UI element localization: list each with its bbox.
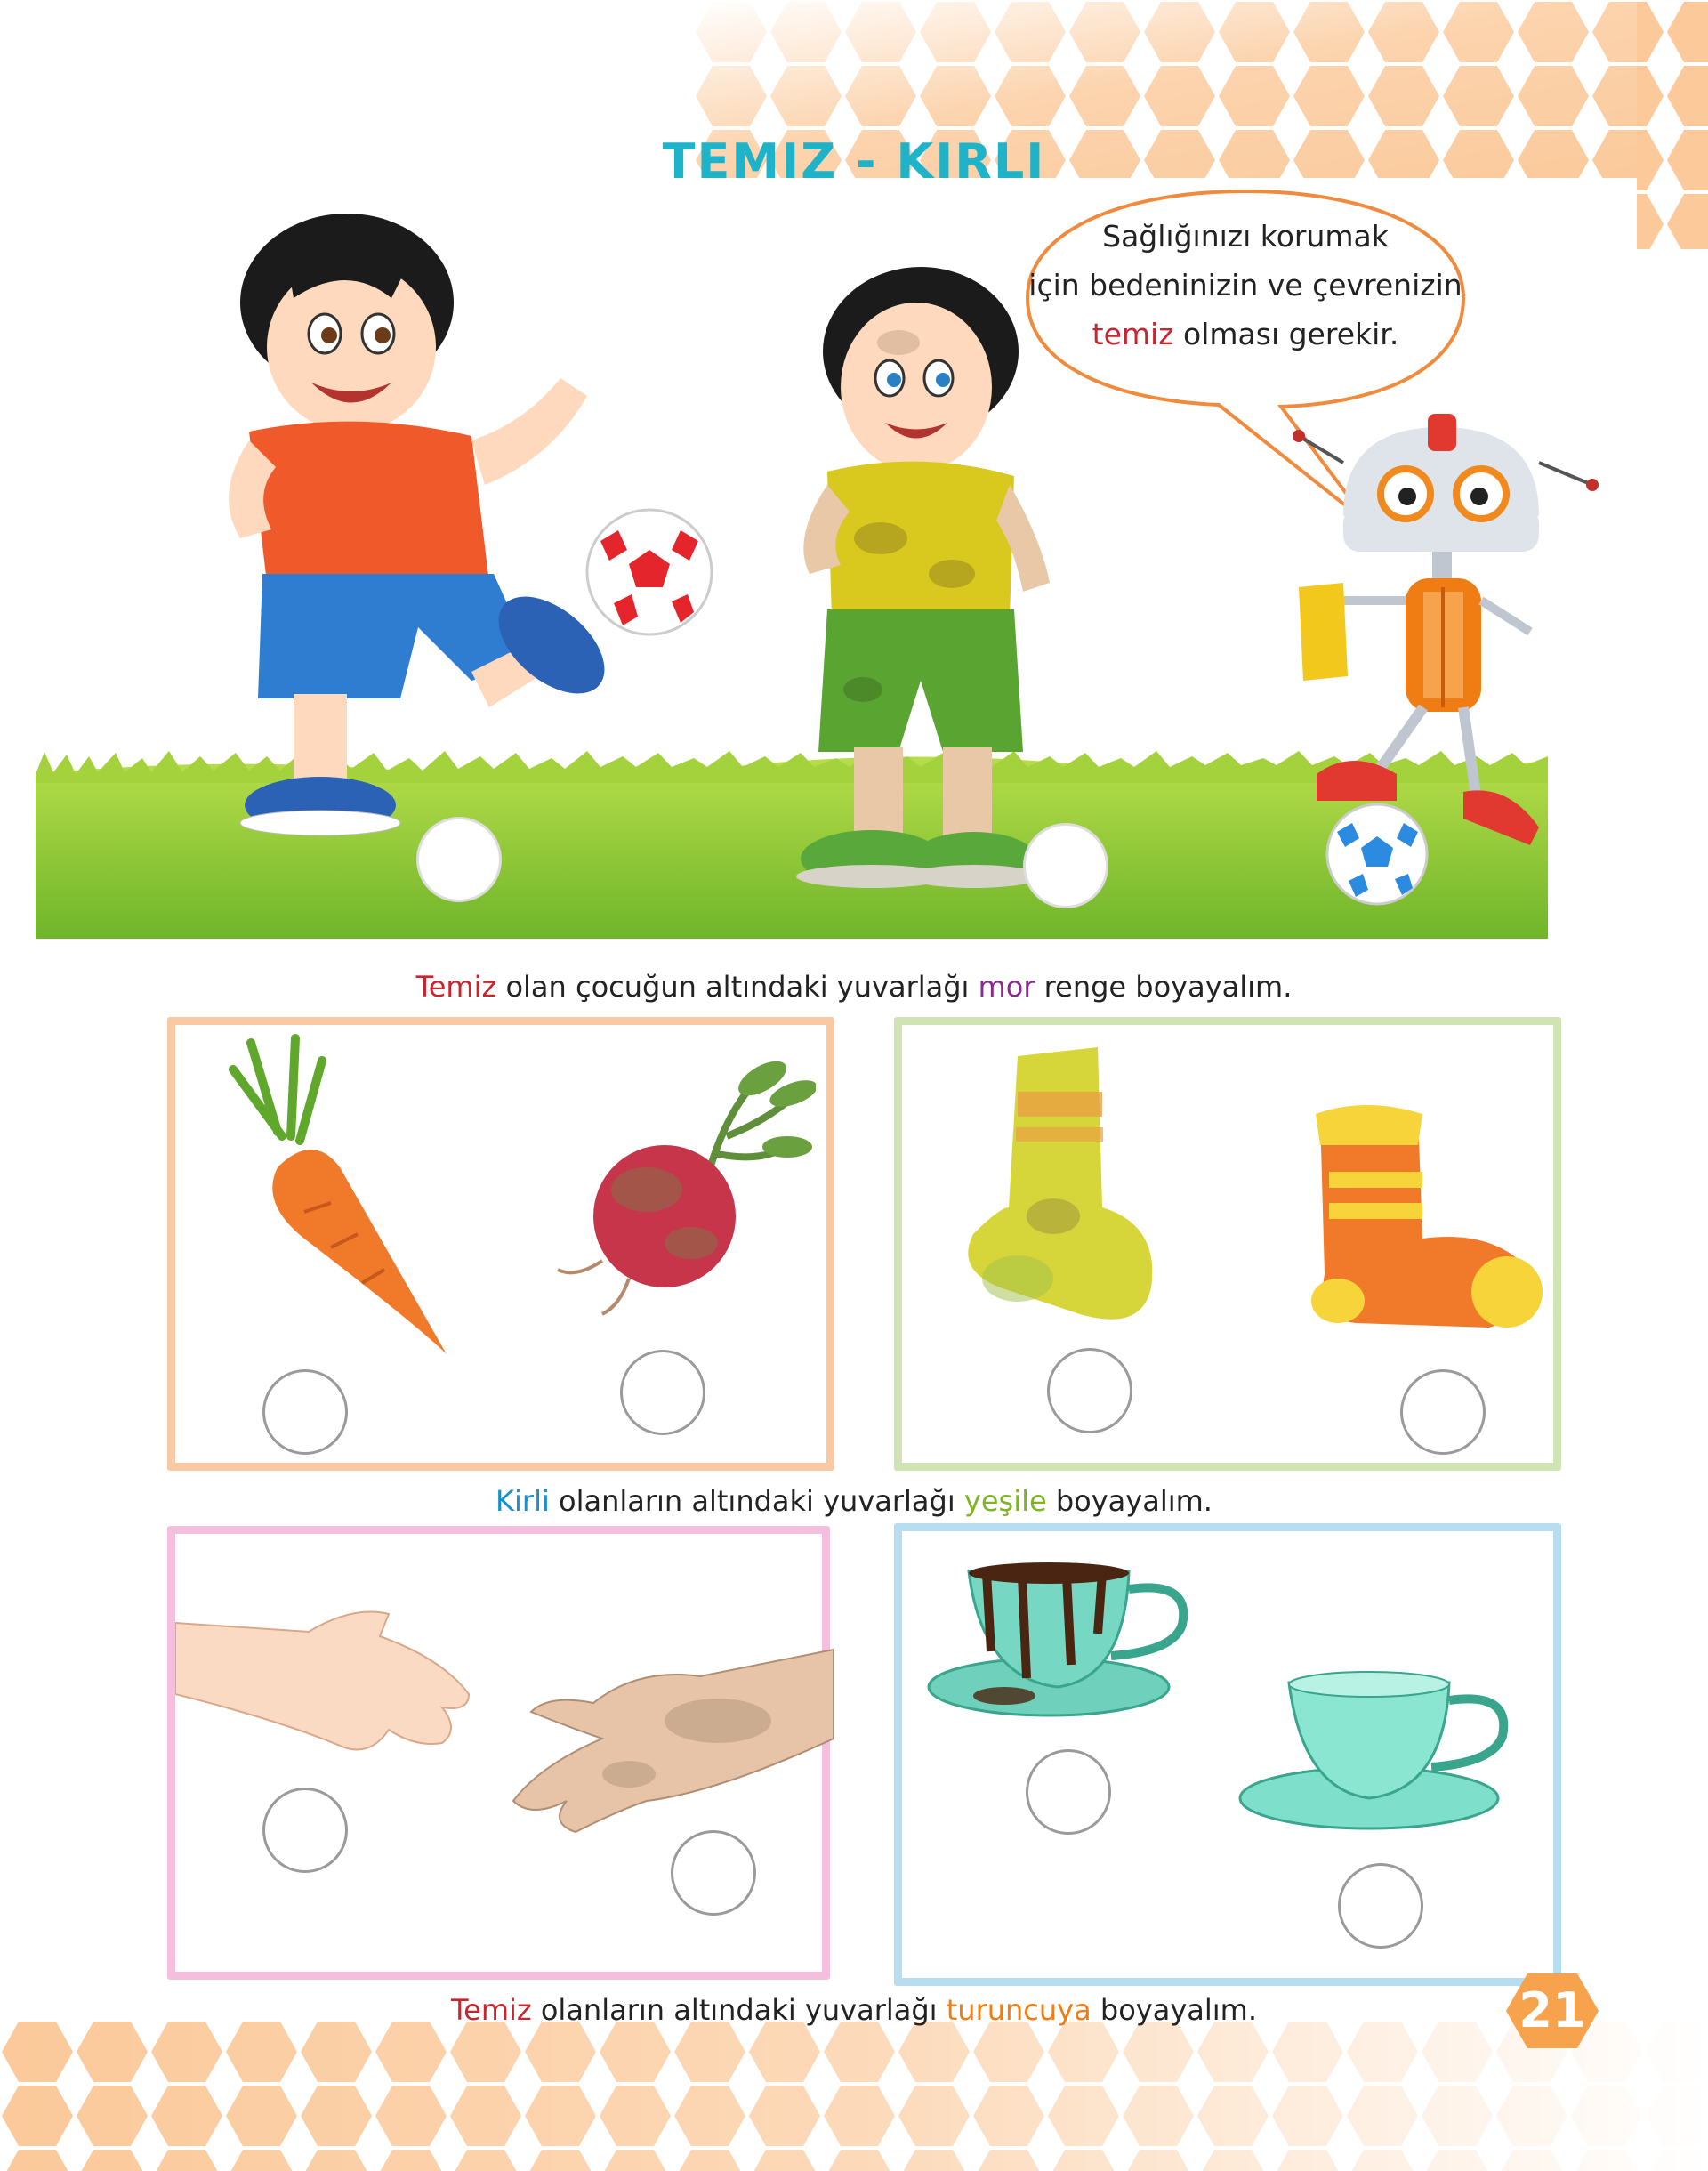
dirty-sock-image <box>968 1047 1153 1320</box>
answer-circle-beet[interactable] <box>620 1350 705 1435</box>
answer-circle-clean-sock[interactable] <box>1400 1369 1486 1455</box>
instruction-3-part2: boyayalım. <box>1091 1993 1257 2027</box>
answer-circle-dirty-hand[interactable] <box>671 1830 756 1916</box>
clean-boy-illustration <box>229 214 605 836</box>
dirty-beet-image <box>557 1061 816 1316</box>
bubble-highlight: temiz <box>1092 317 1174 351</box>
instruction-1-part1: olan çocuğun altındaki yuvarlağı <box>496 970 979 1004</box>
answer-circle-dirty-cup[interactable] <box>1026 1749 1111 1835</box>
bubble-line-3: temiz olması gerekir. <box>1023 310 1468 359</box>
bubble-line-1: Sağlığınızı korumak <box>1102 219 1389 254</box>
instruction-1-highlight: Temiz <box>415 970 497 1004</box>
answer-circle-clean-cup[interactable] <box>1338 1863 1423 1949</box>
instruction-2-part2: boyayalım. <box>1046 1484 1213 1518</box>
answer-circle-dirty-boy[interactable] <box>1023 823 1108 908</box>
soccer-ball-blue <box>1325 803 1429 906</box>
box-socks <box>894 1017 1561 1471</box>
instruction-2-highlight: Kirli <box>495 1484 550 1518</box>
dirty-hand-image <box>512 1648 834 1834</box>
answer-circle-dirty-sock[interactable] <box>1047 1348 1132 1433</box>
clean-cup-image <box>1238 1671 1509 1830</box>
instruction-3-highlight: Temiz <box>451 1993 532 2027</box>
answer-circle-clean-hand[interactable] <box>262 1788 348 1873</box>
speech-bubble-text: Sağlığınızı korumak için bedeninizin ve … <box>1023 212 1468 359</box>
page-number: 21 <box>1519 1982 1586 2038</box>
dirty-boy-illustration <box>796 267 1050 888</box>
instruction-2: Kirli olanların altındaki yuvarlağı yeşi… <box>0 1484 1708 1518</box>
instruction-1: Temiz olan çocuğun altındaki yuvarlağı m… <box>0 970 1708 1004</box>
instruction-1-part2: renge boyayalım. <box>1035 970 1293 1004</box>
hexagon-pattern-bottom <box>0 2020 1708 2171</box>
dirty-cup-image <box>927 1562 1188 1717</box>
instruction-3: Temiz olanların altındaki yuvarlağı turu… <box>0 1993 1708 2027</box>
instruction-3-color: turuncuya <box>946 1993 1092 2027</box>
clean-carrot-image <box>229 1034 447 1354</box>
bubble-line-3-rest: olması gerekir. <box>1173 317 1399 351</box>
instruction-2-color: yeşile <box>963 1484 1047 1518</box>
box-hands <box>167 1526 834 1980</box>
box-carrot-beet <box>167 1017 834 1471</box>
page-title: TEMIZ - KIRLI <box>662 133 1046 190</box>
robot-illustration <box>1293 414 1599 845</box>
clean-hand-image <box>175 1610 471 1751</box>
bubble-line-2: için bedeninizin ve çevrenizin <box>1028 268 1462 303</box>
clean-sock-image <box>1311 1105 1543 1328</box>
instruction-1-color: mor <box>978 970 1035 1004</box>
instruction-2-part1: olanların altındaki yuvarlağı <box>549 1484 964 1518</box>
answer-circle-carrot[interactable] <box>262 1369 348 1455</box>
box-cups <box>894 1523 1561 1986</box>
instruction-3-part1: olanların altındaki yuvarlağı <box>531 1993 947 2027</box>
soccer-ball-red <box>585 508 713 636</box>
answer-circle-clean-boy[interactable] <box>416 817 502 902</box>
